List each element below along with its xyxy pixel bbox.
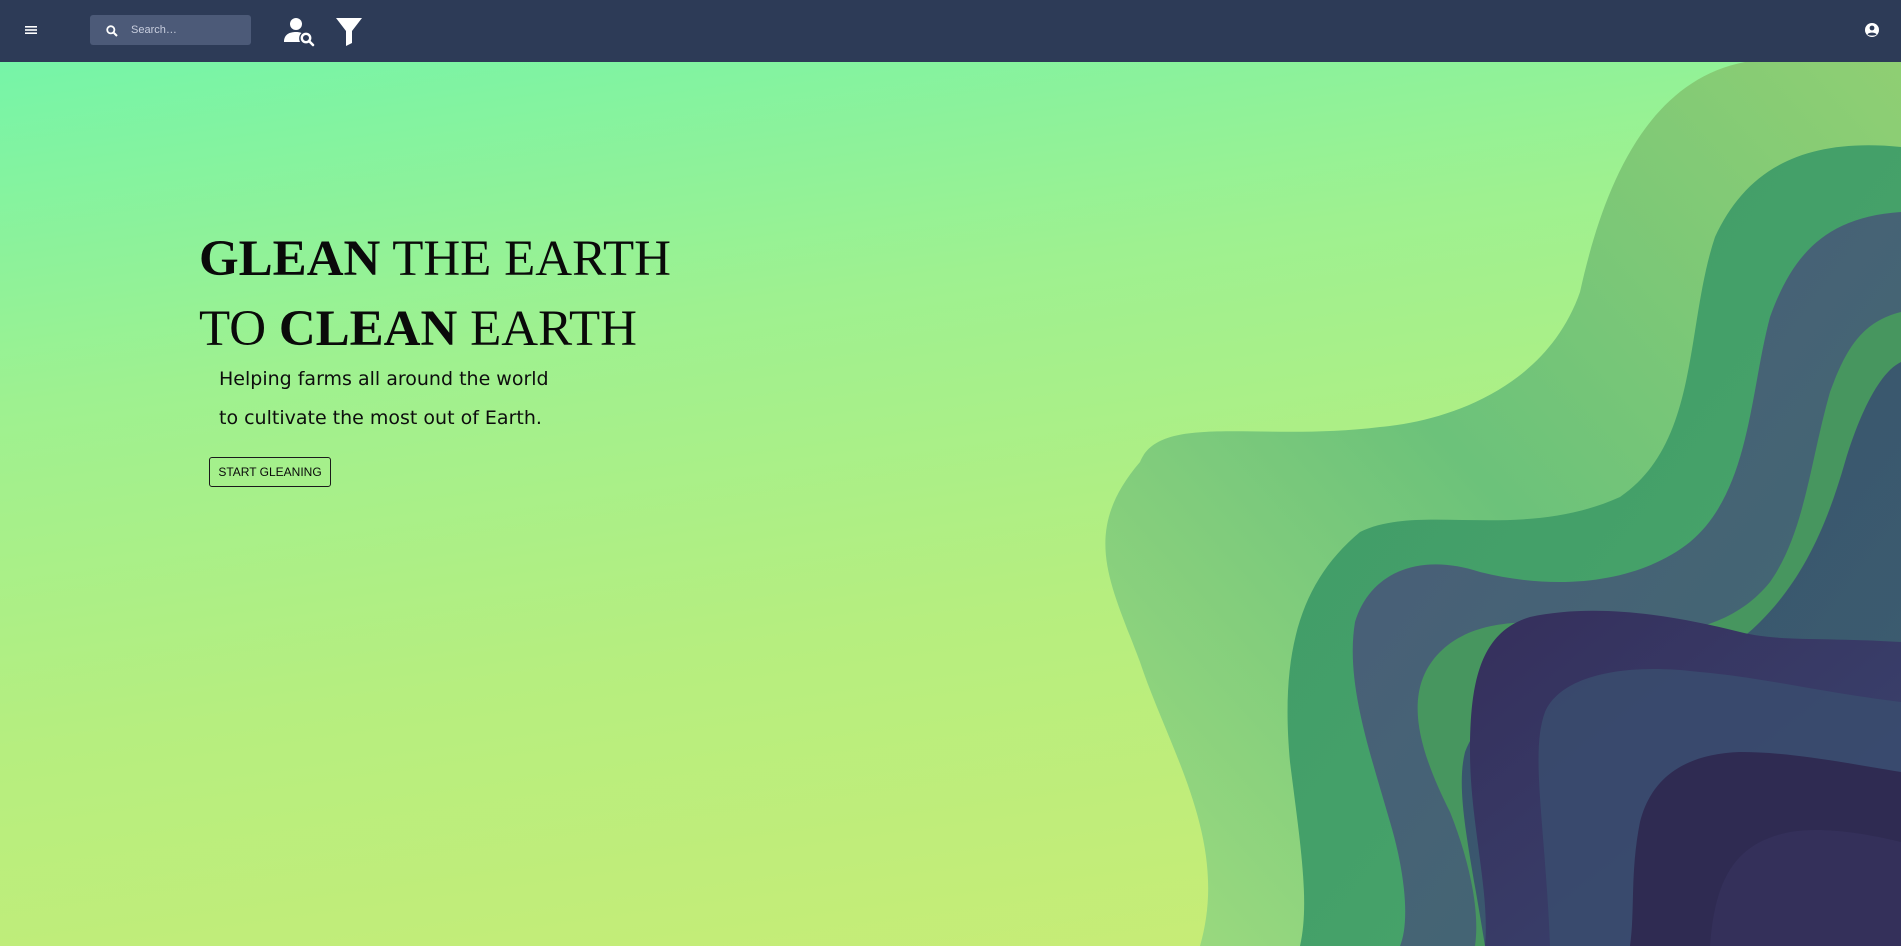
hamburger-menu-icon[interactable] [20,19,42,41]
headline-line-1: GLEAN THE EARTH [199,234,671,285]
subtitle-line-2: to cultivate the most out of Earth. [219,407,542,429]
headline-rest-2: EARTH [457,301,638,357]
headline-bold-word-1: GLEAN [199,231,381,287]
person-search-icon[interactable] [281,14,315,48]
start-gleaning-button[interactable]: START GLEANING [209,457,331,487]
headline-rest-1: THE EARTH [380,231,672,287]
headline-line-2: TO CLEAN EARTH [199,304,637,355]
wave-illustration [1105,62,1901,946]
search-input[interactable] [131,20,243,40]
headline-bold-word-2: CLEAN [278,301,458,357]
search-icon [105,23,119,37]
account-circle-icon[interactable] [1862,20,1882,40]
top-app-bar [0,0,1901,62]
subtitle-line-1: Helping farms all around the world [219,368,549,390]
search-bar[interactable] [90,15,251,45]
hero-section: GLEAN THE EARTH TO CLEAN EARTH Helping f… [0,62,1901,946]
filter-icon[interactable] [334,15,364,47]
headline-lead-2: TO [199,301,279,357]
